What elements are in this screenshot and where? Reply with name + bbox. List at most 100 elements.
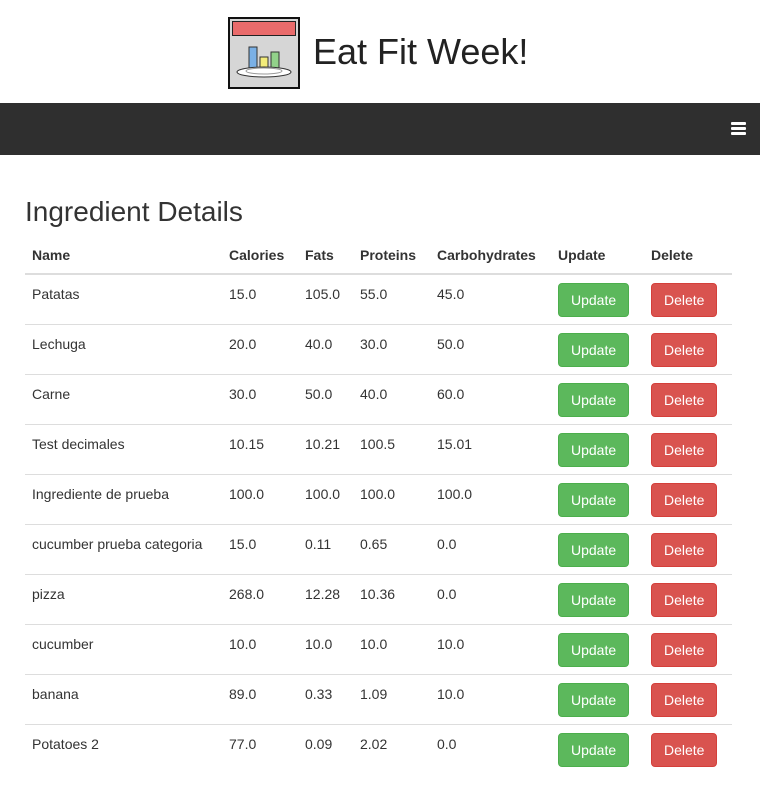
hamburger-menu-icon[interactable] (731, 122, 746, 136)
update-button[interactable]: Update (558, 432, 630, 467)
table-row: Lechuga 20.0 40.0 30.0 50.0 Update Delet… (25, 323, 732, 374)
cell-fats: 12.28 (298, 573, 353, 624)
cell-carbohydrates: 60.0 (430, 373, 551, 424)
table-row: Potatoes 2 77.0 0.09 2.02 0.0 Update Del… (25, 723, 732, 774)
cell-update: Update (551, 473, 644, 524)
cell-update: Update (551, 523, 644, 574)
cell-name: cucumber prueba categoria (25, 523, 222, 574)
cell-name: cucumber (25, 623, 222, 674)
cell-delete: Delete (644, 323, 732, 374)
update-button[interactable]: Update (558, 732, 630, 767)
cell-update: Update (551, 373, 644, 424)
cell-calories: 10.15 (222, 423, 298, 474)
site-header: Eat Fit Week! (0, 0, 760, 103)
bar-chart-plate-icon (236, 46, 292, 78)
update-button[interactable]: Update (558, 532, 630, 567)
cell-update: Update (551, 323, 644, 374)
cell-proteins: 100.5 (353, 423, 430, 474)
column-header-name: Name (25, 242, 222, 275)
cell-delete: Delete (644, 573, 732, 624)
table-row: cucumber 10.0 10.0 10.0 10.0 Update Dele… (25, 623, 732, 674)
app-logo[interactable] (228, 17, 300, 89)
delete-button[interactable]: Delete (651, 283, 718, 317)
cell-carbohydrates: 0.0 (430, 523, 551, 574)
column-header-delete: Delete (644, 242, 732, 275)
table-row: Ingrediente de prueba 100.0 100.0 100.0 … (25, 473, 732, 524)
cell-calories: 268.0 (222, 573, 298, 624)
page-title: Ingredient Details (25, 196, 243, 227)
table-row: banana 89.0 0.33 1.09 10.0 Update Delete (25, 673, 732, 724)
column-header-proteins: Proteins (353, 242, 430, 275)
cell-proteins: 10.0 (353, 623, 430, 674)
delete-button[interactable]: Delete (651, 732, 718, 767)
table-row: cucumber prueba categoria 15.0 0.11 0.65… (25, 523, 732, 574)
update-button[interactable]: Update (558, 332, 630, 367)
delete-button[interactable]: Delete (651, 382, 718, 417)
cell-calories: 10.0 (222, 623, 298, 674)
cell-fats: 40.0 (298, 323, 353, 374)
top-navbar (0, 103, 760, 155)
column-header-update: Update (551, 242, 644, 275)
cell-update: Update (551, 673, 644, 724)
cell-calories: 100.0 (222, 473, 298, 524)
cell-name: pizza (25, 573, 222, 624)
cell-calories: 15.0 (222, 523, 298, 574)
cell-delete: Delete (644, 274, 732, 324)
cell-delete: Delete (644, 673, 732, 724)
cell-name: Patatas (32, 286, 80, 302)
cell-name: Ingrediente de prueba (25, 473, 222, 524)
update-button[interactable]: Update (558, 283, 630, 317)
cell-proteins: 10.36 (353, 573, 430, 624)
cell-calories: 89.0 (222, 673, 298, 724)
column-header-fats: Fats (298, 242, 353, 275)
table-row: Carne 30.0 50.0 40.0 60.0 Update Delete (25, 373, 732, 424)
cell-fats: 10.21 (298, 423, 353, 474)
delete-button[interactable]: Delete (651, 532, 718, 567)
cell-fats: 0.11 (298, 523, 353, 574)
update-button[interactable]: Update (558, 632, 630, 667)
cell-name: Test decimales (25, 423, 222, 474)
update-button[interactable]: Update (558, 682, 630, 717)
cell-delete: Delete (644, 473, 732, 524)
cell-fats: 10.0 (298, 623, 353, 674)
cell-carbohydrates: 10.0 (430, 623, 551, 674)
cell-proteins: 2.02 (353, 723, 430, 774)
app-title: Eat Fit Week! (313, 31, 529, 72)
cell-proteins: 40.0 (353, 373, 430, 424)
cell-update: Update (551, 723, 644, 774)
cell-delete: Delete (644, 723, 732, 774)
main-content: Ingredient Details Name Calories Fats Pr… (0, 196, 760, 774)
delete-button[interactable]: Delete (651, 482, 718, 517)
cell-delete: Delete (644, 623, 732, 674)
ingredients-table: Name Calories Fats Proteins Carbohydrate… (25, 242, 732, 774)
table-row: Patatas 15.0 105.0 55.0 45.0 Update Dele… (25, 274, 732, 324)
cell-calories: 20.0 (222, 323, 298, 374)
cell-name: banana (25, 673, 222, 724)
cell-proteins: 100.0 (353, 473, 430, 524)
delete-button[interactable]: Delete (651, 582, 718, 617)
update-button[interactable]: Update (558, 582, 630, 617)
cell-carbohydrates: 45.0 (437, 286, 465, 302)
delete-button[interactable]: Delete (651, 682, 718, 717)
cell-carbohydrates: 100.0 (430, 473, 551, 524)
column-header-carbohydrates: Carbohydrates (430, 242, 551, 275)
cell-delete: Delete (644, 373, 732, 424)
cell-fats: 0.33 (298, 673, 353, 724)
delete-button[interactable]: Delete (651, 432, 718, 467)
cell-calories: 15.0 (229, 286, 257, 302)
cell-proteins: 30.0 (353, 323, 430, 374)
cell-update: Update (551, 623, 644, 674)
delete-button[interactable]: Delete (651, 332, 718, 367)
cell-proteins: 0.65 (353, 523, 430, 574)
cell-proteins: 55.0 (360, 286, 388, 302)
cell-carbohydrates: 0.0 (430, 573, 551, 624)
cell-delete: Delete (644, 423, 732, 474)
delete-button[interactable]: Delete (651, 632, 718, 667)
cell-carbohydrates: 10.0 (430, 673, 551, 724)
cell-update: Update (551, 573, 644, 624)
update-button[interactable]: Update (558, 382, 630, 417)
update-button[interactable]: Update (558, 482, 630, 517)
cell-delete: Delete (644, 523, 732, 574)
cell-update: Update (551, 274, 644, 324)
cell-update: Update (551, 423, 644, 474)
